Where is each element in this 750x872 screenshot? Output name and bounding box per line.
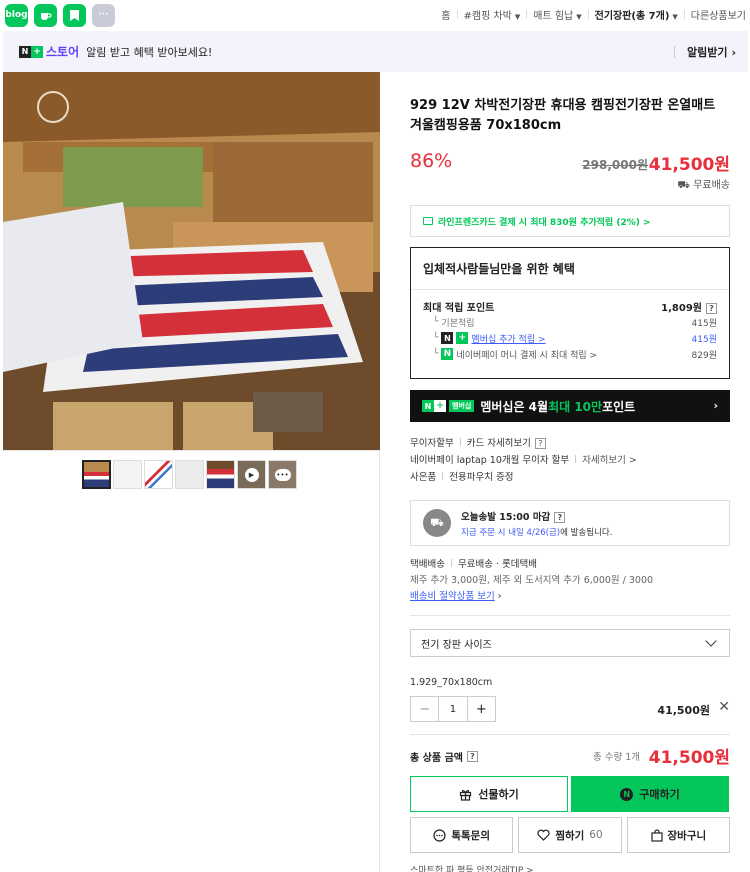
thumbnail-3[interactable] xyxy=(144,460,173,489)
thumbnail-strip: ▶ ••• xyxy=(82,460,297,489)
plus-icon: + xyxy=(434,400,446,412)
delivery-info: 택배배송 무료배송 · 롯데택배 제주 추가 3,000원, 제주 외 도서지역 … xyxy=(410,559,654,602)
gift-icon xyxy=(460,789,472,801)
caret-down-icon: ▼ xyxy=(514,13,521,21)
quantity-value[interactable]: 1 xyxy=(438,697,468,721)
discount-rate: 86% xyxy=(410,150,453,172)
other-products-link[interactable]: 다른상품보기 xyxy=(691,7,746,22)
caret-down-icon: ▼ xyxy=(576,13,582,21)
thumbnail-video[interactable]: ▶ xyxy=(237,460,266,489)
today-shipping-title: 오늘송발 15:00 마감? xyxy=(461,509,612,523)
caret-down-icon: ▼ xyxy=(672,13,678,21)
thumbnail-2[interactable] xyxy=(113,460,142,489)
breadcrumb-mat[interactable]: 매트 힘납 ▼ xyxy=(533,7,581,22)
top-bar: blog ··· 홈 #캠핑 차박 ▼ 매트 힘납 ▼ 전기장판(총 7개) ▼ 다른… xyxy=(0,0,750,30)
cart-button[interactable]: 장바구니 xyxy=(626,817,730,853)
free-shipping-label: ⛟ 무료배송 xyxy=(677,180,730,191)
gift-button[interactable]: 선물하기 xyxy=(410,776,568,812)
quantity-row: − 1 + 41,500원 ✕ xyxy=(410,696,730,722)
chevron-right-icon: › xyxy=(497,591,502,602)
npay-icon: N xyxy=(441,348,454,360)
alarm-button[interactable]: 알림받기 › xyxy=(674,44,736,60)
wish-button[interactable]: 찜하기 60 xyxy=(518,817,622,853)
npay-detail-link[interactable]: 자세히보기 > xyxy=(582,455,637,466)
membership-points-row[interactable]: └ N + 멤버십 추가 적립 > 415원 xyxy=(423,330,717,346)
sale-price: 41,500원 xyxy=(648,155,730,175)
breadcrumb-current[interactable]: 전기장판(총 7개) ▼ xyxy=(595,7,678,22)
play-icon: ▶ xyxy=(244,467,259,482)
selected-option-name: 1.929_70x180cm xyxy=(410,677,493,688)
option-price: 41,500원 xyxy=(657,704,710,717)
notice-text: 알림 받고 혜택 받아보세요! xyxy=(86,45,213,59)
basic-points-row: └ 기본적립 415원 xyxy=(433,317,717,329)
app-icons: blog ··· xyxy=(0,3,115,27)
secondary-buttons: 톡톡문의 찜하기 60 장바구니 xyxy=(410,817,730,853)
total-row: 총 상품 금액? 총 수량 1개 41,500원 xyxy=(410,734,730,770)
bookmark-icon[interactable] xyxy=(63,3,86,27)
safe-trade-tip[interactable]: 스마트한 파 평등 안전거래TIP > xyxy=(410,863,730,872)
truck-icon: ⛟ xyxy=(423,509,451,537)
product-info: 929 12V 차박전기장판 휴대용 캠핑전기장판 온열매트 겨울캠핑용품 70… xyxy=(410,72,730,872)
cafe-icon[interactable] xyxy=(34,3,57,27)
price-row: 86% 298,000원 41,500원 xyxy=(410,148,730,178)
breadcrumb: 홈 #캠핑 차박 ▼ 매트 힘납 ▼ 전기장판(총 7개) ▼ 다른상품보기 xyxy=(441,7,746,22)
breadcrumb-camping[interactable]: #캠핑 차박 ▼ xyxy=(464,7,521,22)
truck-small-icon: ⛟ xyxy=(677,180,690,191)
minus-button[interactable]: − xyxy=(411,697,438,721)
thumbnail-more[interactable]: ••• xyxy=(268,460,297,489)
chevron-right-icon: › xyxy=(713,399,718,412)
thumbnail-5[interactable] xyxy=(206,460,235,489)
help-icon[interactable]: ? xyxy=(554,511,566,523)
chevron-right-icon: › xyxy=(731,45,736,59)
shipping-save-link[interactable]: 배송비 절약상품 보기 xyxy=(410,591,495,602)
naver-n-icon: N xyxy=(441,332,454,344)
naver-n-icon: N xyxy=(422,400,434,412)
remove-option-icon[interactable]: ✕ xyxy=(718,699,730,715)
membership-banner[interactable]: N + 멤버십 멤버십은 4월 최대 10만 포인트 › xyxy=(410,390,730,422)
card-detail-link[interactable]: 카드 자세히보기 xyxy=(467,438,531,449)
today-shipping-sub: 지금 주문 시 내일 4/26(금)에 발송됩니다. xyxy=(461,527,613,538)
heart-icon xyxy=(537,829,550,841)
naver-plus-store-logo: N + 스토어 xyxy=(19,43,79,60)
npay-money-row[interactable]: └ N 네이버페이 머니 결제 시 최대 적립 > 829원 xyxy=(423,346,717,362)
benefit-title: 입체적사람들님만을 위한 혜택 xyxy=(423,262,575,276)
thumbnail-4[interactable] xyxy=(175,460,204,489)
option-select[interactable]: 전기 장판 사이즈 xyxy=(410,629,730,657)
gallery-divider xyxy=(3,450,380,451)
buy-button[interactable]: N 구매하기 xyxy=(571,776,729,812)
total-count: 총 수량 1개 xyxy=(592,752,640,763)
help-icon[interactable]: ? xyxy=(706,302,717,314)
total-price: 41,500원 xyxy=(648,748,730,768)
divider xyxy=(410,615,730,616)
max-points-row: 최대 적립 포인트 1,809원? xyxy=(423,298,717,314)
talktalk-button[interactable]: 톡톡문의 xyxy=(410,817,514,853)
more-dots-icon: ••• xyxy=(274,468,291,481)
more-icon[interactable]: ··· xyxy=(92,3,115,27)
primary-buttons: 선물하기 N 구매하기 xyxy=(410,776,730,812)
plus-icon: + xyxy=(456,332,469,344)
plus-button[interactable]: + xyxy=(468,697,495,721)
breadcrumb-home[interactable]: 홈 xyxy=(441,7,450,22)
total-label: 총 상품 금액? xyxy=(410,749,478,764)
store-notice-bar: N + 스토어 알림 받고 혜택 받아보세요! 알림받기 › xyxy=(3,31,748,72)
card-icon xyxy=(423,217,433,225)
chat-icon xyxy=(433,828,446,842)
product-gallery: ▶ ••• xyxy=(3,72,380,872)
payment-info: 무이자할부 카드 자세히보기? 네이버페이 laptap 10개월 무이자 할부 자… xyxy=(410,438,637,483)
original-price: 298,000원 xyxy=(582,158,648,172)
bag-icon xyxy=(650,828,663,842)
benefit-box: 입체적사람들님만을 위한 혜택 최대 적립 포인트 1,809원? └ 기본적립 … xyxy=(410,247,730,379)
main-product-image[interactable] xyxy=(3,72,380,450)
help-icon[interactable]: ? xyxy=(466,751,478,762)
npay-icon: N xyxy=(620,787,634,801)
card-benefit-banner[interactable]: 라인프렌즈카드 결제 시 최대 830원 추가적립 (2%) > xyxy=(410,205,730,237)
product-title: 929 12V 차박전기장판 휴대용 캠핑전기장판 온열매트 겨울캠핑용품 70… xyxy=(410,98,716,133)
help-icon[interactable]: ? xyxy=(534,438,546,449)
thumbnail-1[interactable] xyxy=(82,460,111,489)
chevron-down-icon xyxy=(705,635,717,647)
quantity-stepper: − 1 + xyxy=(410,696,496,722)
today-shipping-box: ⛟ 오늘송발 15:00 마감? 지금 주문 시 내일 4/26(금)에 발송됩… xyxy=(410,500,730,546)
blog-icon[interactable]: blog xyxy=(5,3,28,27)
